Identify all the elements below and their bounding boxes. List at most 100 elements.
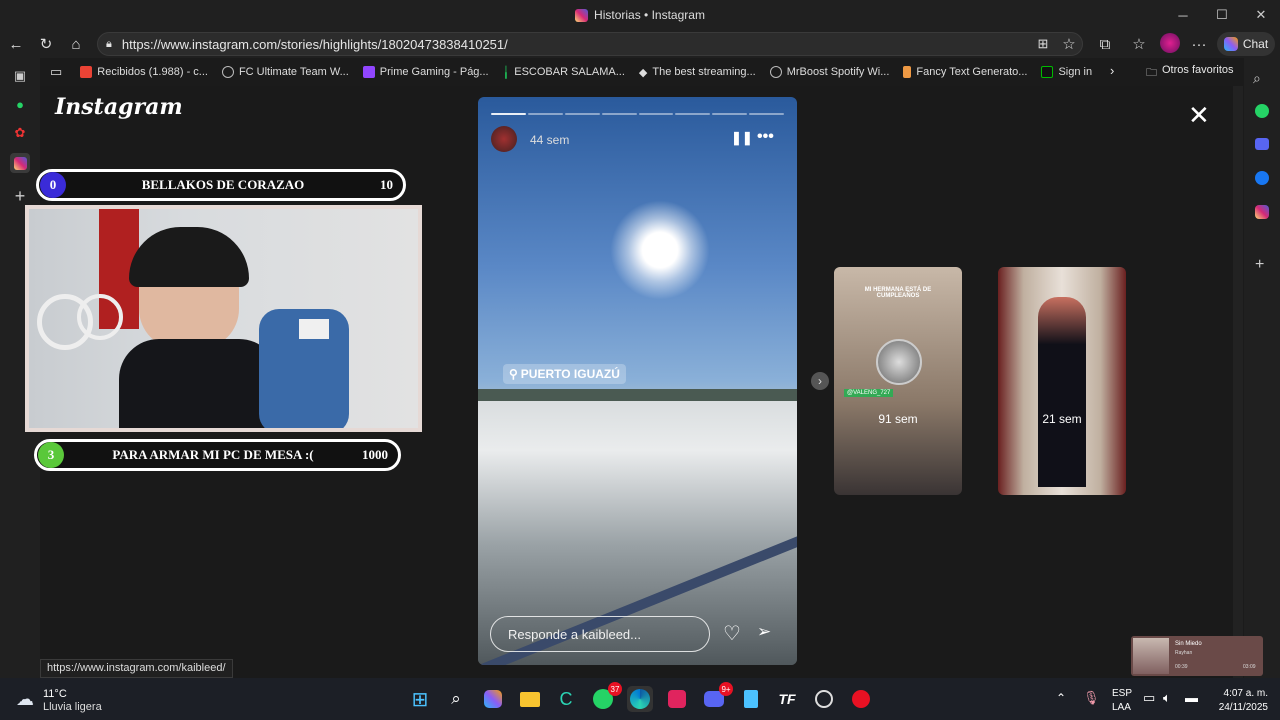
copilot-taskbar-icon[interactable] <box>480 686 506 712</box>
story-progress-segment <box>712 113 748 115</box>
discord-side-icon[interactable] <box>1255 138 1269 150</box>
microphone-icon[interactable]: 🎙︎ <box>1083 690 1100 706</box>
other-favorites[interactable]: 🗀︎ Otros favoritos <box>1146 64 1234 83</box>
scrollbar[interactable] <box>1233 86 1243 678</box>
start-windows-icon[interactable]: ⊞ <box>407 686 433 712</box>
bookmark-escobar[interactable]: ╽ ESCOBAR SALAMA... <box>503 66 625 79</box>
notepad-icon[interactable] <box>738 686 764 712</box>
add-tab-icon[interactable]: + <box>10 186 30 206</box>
webcam-feed <box>25 205 422 432</box>
story-avatar[interactable] <box>491 126 517 152</box>
story-more-icon[interactable]: ••• <box>757 128 774 146</box>
search-icon[interactable]: ⌕ <box>1253 70 1261 87</box>
bookmark-prime[interactable]: Prime Gaming - Pág... <box>362 66 489 78</box>
clock-date[interactable]: 24/11/2025 <box>1208 702 1268 713</box>
reading-list-icon[interactable]: ▭ <box>50 64 62 80</box>
weather-temp[interactable]: 11°C <box>43 688 67 700</box>
weather-desc[interactable]: Lluvia ligera <box>43 701 102 713</box>
instagram-logo[interactable]: Instagram <box>55 94 183 120</box>
close-window-button[interactable]: ✕ <box>1242 0 1280 30</box>
tray-overflow-icon[interactable]: ⌃ <box>1056 691 1066 705</box>
weather-cloud-icon[interactable]: ☁︎ <box>16 689 34 710</box>
window-title: Historias • Instagram <box>0 0 1280 30</box>
extensions-icon[interactable]: ⧉ <box>1094 33 1116 55</box>
address-bar[interactable]: 🔒︎ https://www.instagram.com/stories/hig… <box>97 32 1083 56</box>
minimize-button[interactable]: ─ <box>1164 0 1202 30</box>
bookmark-signin[interactable]: Sign in <box>1041 66 1092 78</box>
taskbar-search-icon[interactable]: ⌕ <box>443 686 469 712</box>
more-menu-icon[interactable]: ··· <box>1188 33 1210 55</box>
tabs-icon[interactable]: ▣ <box>10 66 30 86</box>
tf-app-icon[interactable]: TF <box>774 686 800 712</box>
favorite-star-icon[interactable]: ☆ <box>1058 33 1080 55</box>
discord-badge: 9+ <box>719 682 733 696</box>
whatsapp-icon[interactable]: ● <box>10 94 30 114</box>
refresh-icon[interactable]: ↻ <box>35 33 57 55</box>
file-explorer-icon[interactable] <box>517 686 543 712</box>
back-icon[interactable]: ← <box>5 33 27 55</box>
battery-icon[interactable]: ▬ <box>1185 690 1198 705</box>
goal-2-count: 3 <box>38 442 64 468</box>
bookmark-fc[interactable]: FC Ultimate Team W... <box>221 66 349 78</box>
discord-taskbar-icon[interactable]: 9+ <box>701 682 733 712</box>
story-progress-segment <box>564 113 600 115</box>
location-pin-icon: ⚲ <box>509 367 518 381</box>
folder-icon: 🗀︎ <box>1146 67 1157 79</box>
bookmark-mrboost[interactable]: MrBoost Spotify Wi... <box>769 66 889 78</box>
lang-code[interactable]: ESP <box>1112 688 1132 699</box>
app-icon[interactable]: ✿ <box>10 123 30 143</box>
volume-icon[interactable]: 🔈︎ <box>1163 690 1171 706</box>
location-sticker[interactable]: ⚲ PUERTO IGUAZÚ <box>503 364 626 384</box>
copilot-button[interactable]: Chat <box>1217 32 1275 56</box>
copilot-icon <box>1223 37 1238 51</box>
media-start-time: 00:39 <box>1175 664 1188 670</box>
instagram-side-icon[interactable] <box>1255 205 1269 219</box>
edge-taskbar-icon[interactable] <box>627 686 653 712</box>
media-mini-player[interactable]: Sin Miedo Rayhan 00:39 03:09 <box>1131 636 1263 676</box>
tiktok-icon[interactable] <box>664 686 690 712</box>
home-icon[interactable]: ⌂ <box>65 33 87 55</box>
instagram-icon <box>575 8 589 22</box>
media-artist: Rayhan <box>1175 650 1193 656</box>
obs-icon[interactable] <box>811 686 837 712</box>
profile-avatar[interactable] <box>1160 33 1180 53</box>
thumb-2-person <box>1038 297 1086 487</box>
story-thumbnail-2[interactable]: 21 sem <box>998 267 1126 495</box>
bookmark-gmail[interactable]: Recibidos (1.988) - c... <box>80 66 208 78</box>
status-url: https://www.instagram.com/kaibleed/ <box>40 659 233 678</box>
goal-1-label: BELLAKOS DE CORAZAO <box>141 177 305 192</box>
next-story-arrow-icon[interactable]: › <box>811 372 829 390</box>
reply-input[interactable]: Responde a kaibleed... <box>490 616 710 652</box>
app-c-icon[interactable]: C <box>553 686 579 712</box>
thumb-1-avatar <box>876 339 922 385</box>
add-sidebar-app-icon[interactable]: + <box>1255 256 1264 274</box>
story-progress-segment <box>527 113 563 115</box>
app-available-icon[interactable]: ⊞ <box>1032 33 1054 55</box>
lock-icon: 🔒︎ <box>106 37 112 50</box>
pause-icon[interactable]: ❚❚ <box>731 130 753 146</box>
thumb-1-time: 91 sem <box>878 412 918 426</box>
whatsapp-taskbar-icon[interactable]: 37 <box>590 682 622 712</box>
whatsapp-side-icon[interactable] <box>1255 104 1269 118</box>
bookmarks-overflow-icon[interactable]: › <box>1110 63 1114 78</box>
lang-layout[interactable]: LAA <box>1112 702 1131 713</box>
url-text: https://www.instagram.com/stories/highli… <box>121 36 508 52</box>
facebook-side-icon[interactable] <box>1255 171 1269 185</box>
maximize-button[interactable]: ☐ <box>1203 0 1241 30</box>
story-progress-segment <box>638 113 674 115</box>
bookmark-fancytext[interactable]: Fancy Text Generato... <box>903 66 1027 78</box>
instagram-tab-icon[interactable] <box>10 153 30 173</box>
thumb-1-tag: @VALENG_727 <box>844 389 894 397</box>
like-heart-icon[interactable]: ♡ <box>723 621 741 646</box>
sun-glare <box>610 200 710 300</box>
clock-time[interactable]: 4:07 a. m. <box>1208 688 1268 699</box>
media-player-icon[interactable] <box>848 686 874 712</box>
story-thumbnail-1[interactable]: MI HERMANA ESTÁ DE CUMPLEAÑOS @VALENG_72… <box>834 267 962 495</box>
story-progress-segment <box>749 113 784 115</box>
close-story-button[interactable]: ✕ <box>1188 100 1210 131</box>
story-progress-segment <box>491 113 526 115</box>
share-send-icon[interactable]: ➢ <box>757 622 771 642</box>
network-icon[interactable]: ▭ <box>1143 690 1155 706</box>
favorites-icon[interactable]: ☆ <box>1128 33 1150 55</box>
bookmark-streaming[interactable]: ◆ The best streaming... <box>639 66 756 79</box>
